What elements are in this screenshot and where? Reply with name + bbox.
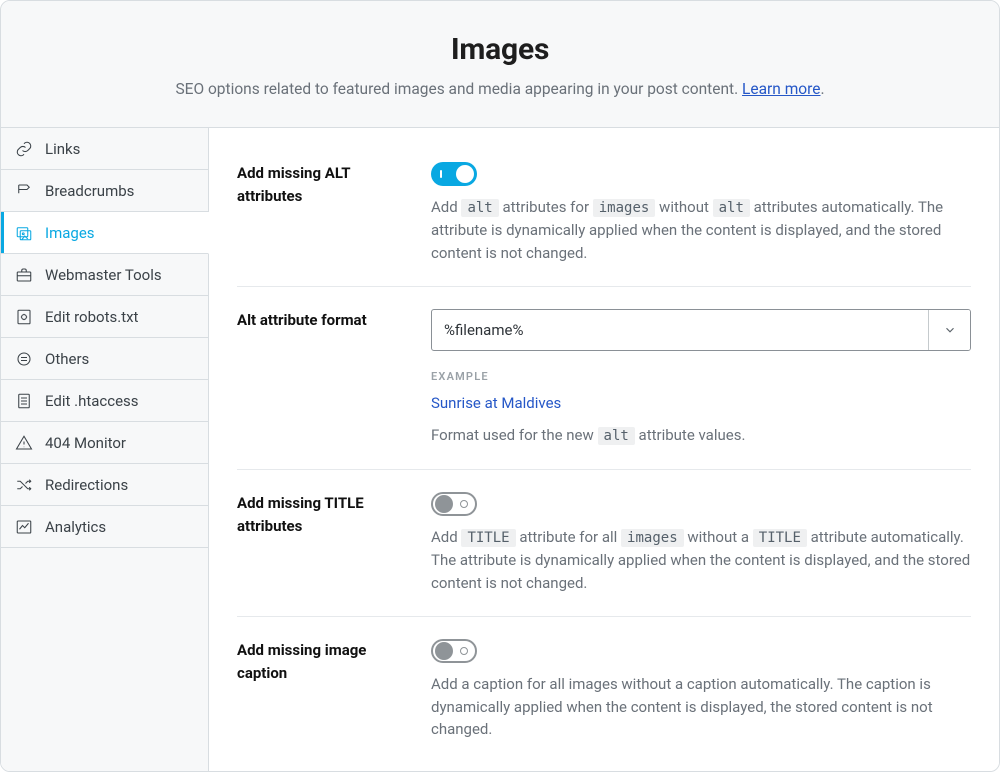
sidebar-item-label: Analytics: [45, 516, 106, 539]
breadcrumbs-icon: [15, 182, 33, 200]
sidebar-item-label: Others: [45, 348, 89, 371]
page-title: Images: [21, 27, 979, 72]
settings-panel: Images SEO options related to featured i…: [0, 0, 1000, 772]
code-chip: images: [621, 529, 684, 547]
sidebar-item-label: Links: [45, 138, 80, 161]
sidebar-item-images[interactable]: Images: [1, 212, 209, 254]
setting-label: Add missing image caption: [237, 639, 407, 741]
setting-add-missing-caption: Add missing image caption Add a caption …: [237, 617, 971, 763]
sidebar-item-webmaster-tools[interactable]: Webmaster Tools: [1, 254, 208, 296]
sidebar-item-label: Images: [45, 222, 95, 245]
code-chip: images: [593, 199, 656, 217]
setting-description: Format used for the new alt attribute va…: [431, 424, 971, 447]
subtitle-period: .: [820, 80, 824, 98]
sidebar-item-label: Redirections: [45, 474, 128, 497]
file-icon: [15, 392, 33, 410]
settings-sidebar: Links Breadcrumbs Images Webmaster Tools: [1, 128, 209, 771]
setting-add-missing-title: Add missing TITLE attributes Add TITLE a…: [237, 470, 971, 617]
sidebar-item-label: Edit .htaccess: [45, 390, 139, 413]
sidebar-item-breadcrumbs[interactable]: Breadcrumbs: [1, 170, 208, 212]
toggle-knob: [456, 165, 474, 183]
setting-add-missing-alt: Add missing ALT attributes Add alt attri…: [237, 152, 971, 287]
chart-icon: [15, 518, 33, 536]
setting-alt-format: Alt attribute format %filename% EXAMPLE …: [237, 287, 971, 470]
example-link[interactable]: Sunrise at Maldives: [431, 392, 561, 415]
code-chip: alt: [713, 199, 750, 217]
alt-format-value: %filename%: [432, 310, 928, 350]
sidebar-item-label: Webmaster Tools: [45, 264, 162, 287]
links-icon: [15, 140, 33, 158]
settings-main: Add missing ALT attributes Add alt attri…: [209, 128, 999, 771]
toggle-add-missing-caption[interactable]: [431, 639, 477, 663]
sidebar-item-label: Breadcrumbs: [45, 180, 134, 203]
warning-icon: [15, 434, 33, 452]
setting-description: Add alt attributes for images without al…: [431, 196, 971, 264]
sidebar-item-redirections[interactable]: Redirections: [1, 464, 208, 506]
chevron-down-icon[interactable]: [928, 310, 970, 350]
toggle-add-missing-title[interactable]: [431, 492, 477, 516]
setting-label: Add missing TITLE attributes: [237, 492, 407, 594]
robots-icon: [15, 308, 33, 326]
toggle-knob: [435, 495, 453, 513]
subtitle-text: SEO options related to featured images a…: [175, 80, 742, 98]
setting-description: Add a caption for all images without a c…: [431, 673, 971, 741]
code-chip: TITLE: [461, 529, 515, 547]
sidebar-item-others[interactable]: Others: [1, 338, 208, 380]
learn-more-link[interactable]: Learn more: [742, 80, 820, 98]
setting-label: Add missing ALT attributes: [237, 162, 407, 264]
sidebar-item-links[interactable]: Links: [1, 128, 208, 170]
toolbox-icon: [15, 266, 33, 284]
others-icon: [15, 350, 33, 368]
page-subtitle: SEO options related to featured images a…: [21, 78, 979, 101]
toggle-knob: [435, 642, 453, 660]
alt-format-input[interactable]: %filename%: [431, 309, 971, 351]
shuffle-icon: [15, 476, 33, 494]
setting-label: Alt attribute format: [237, 309, 407, 447]
page-header: Images SEO options related to featured i…: [1, 1, 999, 128]
toggle-add-missing-alt[interactable]: [431, 162, 477, 186]
sidebar-item-label: Edit robots.txt: [45, 306, 138, 329]
images-icon: [15, 224, 33, 242]
code-chip: alt: [598, 427, 635, 445]
sidebar-item-analytics[interactable]: Analytics: [1, 506, 208, 548]
code-chip: alt: [461, 199, 498, 217]
example-heading: EXAMPLE: [431, 369, 971, 386]
setting-description: Add TITLE attribute for all images witho…: [431, 526, 971, 594]
sidebar-item-404-monitor[interactable]: 404 Monitor: [1, 422, 208, 464]
sidebar-item-label: 404 Monitor: [45, 432, 126, 455]
sidebar-item-htaccess[interactable]: Edit .htaccess: [1, 380, 208, 422]
code-chip: TITLE: [753, 529, 807, 547]
sidebar-item-robots[interactable]: Edit robots.txt: [1, 296, 208, 338]
